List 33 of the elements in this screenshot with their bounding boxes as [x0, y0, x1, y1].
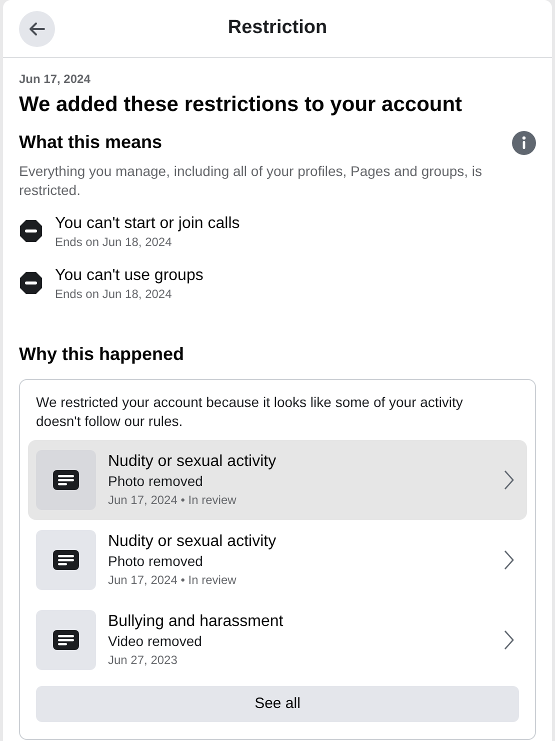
chevron-right-icon: [503, 549, 515, 571]
violation-subtitle: Photo removed: [108, 552, 204, 571]
violation-meta: Jun 17, 2024 • In review: [108, 492, 238, 509]
violation-meta: Jun 27, 2023: [108, 652, 178, 669]
restriction-end-date: Ends on Jun 18, 2024: [55, 234, 173, 251]
chevron-right-icon: [503, 469, 515, 491]
violation-subtitle: Video removed: [108, 632, 203, 651]
violation-item[interactable]: Nudity or sexual activity Photo removed Jun 17, 2024 • In review: [28, 440, 527, 520]
section-heading: Why this happened: [19, 343, 186, 366]
reasons-description: We restricted your account because it looks like some of your activity doesn't follow our rules.: [35, 393, 464, 431]
violation-meta: Jun 17, 2024 • In review: [108, 572, 238, 589]
chevron-right-icon: [503, 629, 515, 651]
violation-title: Nudity or sexual activity: [108, 532, 278, 552]
see-all-button[interactable]: See all: [36, 686, 519, 722]
violation-title: Nudity or sexual activity: [108, 452, 278, 472]
restriction-end-date: Ends on Jun 18, 2024: [55, 286, 173, 303]
dialog-title: Restriction: [228, 16, 328, 40]
violation-subtitle: Photo removed: [108, 472, 204, 491]
post-icon: [53, 550, 79, 570]
back-arrow-icon: [28, 20, 46, 38]
post-icon: [53, 470, 79, 490]
restriction-icon: [19, 219, 43, 243]
back-button[interactable]: [19, 11, 55, 47]
page-heading: We added these restrictions to your account: [19, 92, 464, 118]
post-icon: [53, 630, 79, 650]
description-text: Everything you manage, including all of your profiles, Pages and groups, is restricted.: [19, 162, 484, 200]
info-icon[interactable]: [512, 130, 536, 154]
section-heading: What this means: [19, 131, 162, 154]
date-text: Jun 17, 2024: [19, 71, 92, 88]
restriction-icon: [19, 271, 43, 295]
violation-title: Bullying and harassment: [108, 612, 284, 632]
restriction-title: You can't start or join calls: [55, 214, 240, 234]
restriction-title: You can't use groups: [55, 266, 204, 286]
